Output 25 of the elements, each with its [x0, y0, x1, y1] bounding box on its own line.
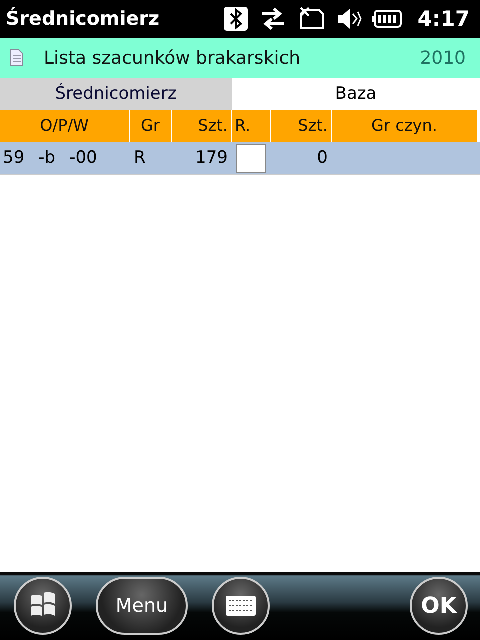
table-cell: 59 [3, 148, 25, 168]
tab[interactable]: Średnicomierz [0, 78, 232, 110]
battery-icon [370, 9, 403, 29]
column-header[interactable]: R. [232, 110, 271, 142]
column-header[interactable]: Gr [130, 110, 172, 142]
column-header[interactable]: Szt. [172, 110, 232, 142]
column-header[interactable]: Gr czyn. [332, 110, 478, 142]
table-cell: 179 [196, 148, 228, 168]
clock: 4:17 [418, 7, 470, 31]
table-row[interactable]: 59 -b -00 R 179 0 [0, 142, 480, 175]
list-title: Lista szacunków brakarskich [44, 48, 302, 68]
menu-button[interactable]: Menu [96, 577, 188, 635]
table-cell: -00 [70, 148, 98, 168]
year-label: 2010 [420, 48, 466, 68]
table-cell: R [134, 148, 146, 168]
bluetooth-icon [222, 6, 249, 32]
checkbox[interactable] [236, 144, 266, 172]
table-cell: 0 [317, 148, 328, 168]
keyboard-icon [225, 595, 257, 617]
table-cell: -b [38, 148, 56, 168]
column-header[interactable]: O/P/W [0, 110, 130, 142]
ok-button[interactable]: OK [410, 577, 468, 635]
column-header[interactable]: Szt. [271, 110, 332, 142]
app-title: Średnicomierz [6, 8, 161, 30]
document-icon [10, 49, 24, 67]
